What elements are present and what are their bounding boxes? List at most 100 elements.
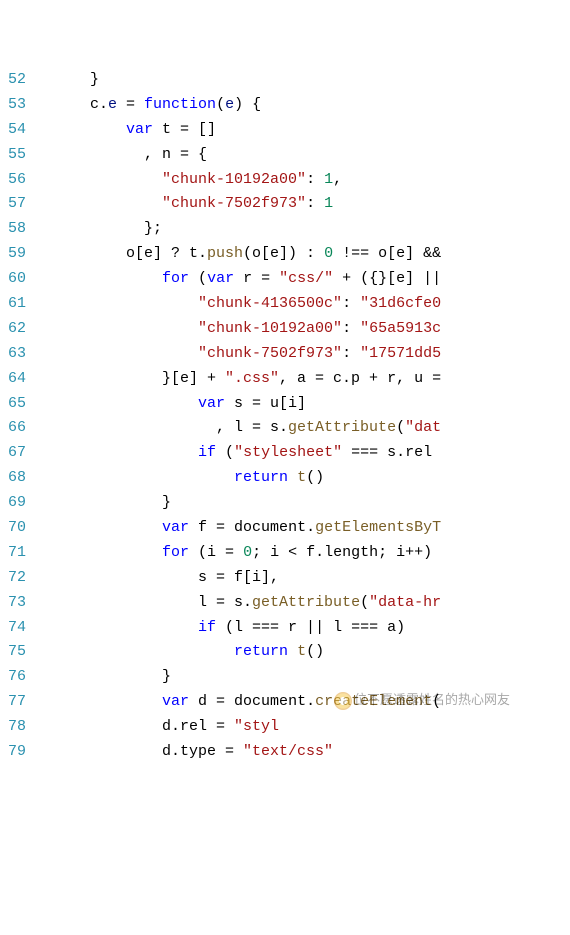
code-line[interactable]: "chunk-4136500c": "31d6cfe0 (36, 292, 570, 317)
token-pn: : (342, 345, 360, 362)
token-kw: var (207, 270, 234, 287)
token-pn: } (36, 71, 99, 88)
token-fn: t (297, 643, 306, 660)
token-pn: = (117, 96, 144, 113)
token-kw: var (198, 395, 225, 412)
token-pn: ( (189, 270, 207, 287)
code-line[interactable]: d.rel = "styl (36, 715, 570, 740)
code-line[interactable]: for (var r = "css/" + ({}[e] || (36, 267, 570, 292)
token-pn (36, 171, 162, 188)
code-line[interactable]: } (36, 68, 570, 93)
line-number: 56 (0, 168, 26, 193)
line-number: 77 (0, 690, 26, 715)
token-ident: s = f[i], (36, 569, 279, 586)
line-number: 69 (0, 491, 26, 516)
code-line[interactable]: }; (36, 217, 570, 242)
line-number: 74 (0, 616, 26, 641)
code-line[interactable]: } (36, 665, 570, 690)
code-line[interactable]: "chunk-10192a00": "65a5913c (36, 317, 570, 342)
token-pn: ( (360, 594, 369, 611)
code-line[interactable]: d.type = "text/css" (36, 740, 570, 765)
code-line[interactable]: return t() (36, 640, 570, 665)
code-line[interactable]: var f = document.getElementsByT (36, 516, 570, 541)
line-number: 64 (0, 367, 26, 392)
token-str: "65a5913c (360, 320, 441, 337)
token-pn (36, 693, 162, 710)
token-obj: e (225, 96, 234, 113)
code-line[interactable]: "chunk-7502f973": "17571dd5 (36, 342, 570, 367)
code-line[interactable]: , n = { (36, 143, 570, 168)
line-number: 68 (0, 466, 26, 491)
token-kw: if (198, 619, 216, 636)
token-str: ".css" (225, 370, 279, 387)
code-line[interactable]: var s = u[i] (36, 392, 570, 417)
code-line[interactable]: c.e = function(e) { (36, 93, 570, 118)
code-line[interactable]: }[e] + ".css", a = c.p + r, u = (36, 367, 570, 392)
token-fn: getAttribute (288, 419, 396, 436)
token-str: "styl (234, 718, 279, 735)
token-pn (36, 469, 234, 486)
code-editor: 5253545556575859606162636465666768697071… (0, 68, 570, 816)
code-line[interactable]: return t() (36, 466, 570, 491)
line-number: 62 (0, 317, 26, 342)
line-number: 71 (0, 541, 26, 566)
token-str: "css/" (279, 270, 333, 287)
line-number: 75 (0, 640, 26, 665)
code-line[interactable]: if (l === r || l === a) (36, 616, 570, 641)
token-pn: : (306, 171, 324, 188)
token-ident: + ({}[e] || (333, 270, 441, 287)
token-pn (36, 444, 198, 461)
code-line[interactable]: if ("stylesheet" === s.rel (36, 441, 570, 466)
line-number: 73 (0, 591, 26, 616)
token-ident: o[e] ? t. (36, 245, 207, 262)
line-number: 59 (0, 242, 26, 267)
code-line[interactable]: "chunk-10192a00": 1, (36, 168, 570, 193)
token-ident: === s.rel (342, 444, 441, 461)
code-line[interactable]: s = f[i], (36, 566, 570, 591)
token-ident: (o[e]) : (243, 245, 324, 262)
code-line[interactable]: var d = document.createElement( (36, 690, 570, 715)
code-line[interactable]: } (36, 491, 570, 516)
token-pn: : (306, 195, 324, 212)
token-str: "17571dd5 (360, 345, 441, 362)
token-str: "stylesheet" (234, 444, 342, 461)
code-line[interactable]: var t = [] (36, 118, 570, 143)
code-line[interactable]: l = s.getAttribute("data-hr (36, 591, 570, 616)
token-str: "data-hr (369, 594, 441, 611)
token-pn: ( (396, 419, 405, 436)
code-line[interactable]: "chunk-7502f973": 1 (36, 192, 570, 217)
line-number: 70 (0, 516, 26, 541)
token-str: "chunk-10192a00" (162, 171, 306, 188)
token-kw: var (162, 693, 189, 710)
token-pn (36, 619, 198, 636)
token-ident: c. (36, 96, 108, 113)
code-line[interactable]: for (i = 0; i < f.length; i++) (36, 541, 570, 566)
token-pn: : (342, 295, 360, 312)
line-number: 65 (0, 392, 26, 417)
line-number-gutter: 5253545556575859606162636465666768697071… (0, 68, 36, 816)
token-pn: } (36, 494, 171, 511)
token-pn: ( (432, 693, 441, 710)
code-line[interactable]: o[e] ? t.push(o[e]) : 0 !== o[e] && (36, 242, 570, 267)
line-number: 55 (0, 143, 26, 168)
token-pn: }; (36, 220, 162, 237)
token-pn: () (306, 469, 324, 486)
token-pn (36, 643, 234, 660)
token-pn (288, 643, 297, 660)
line-number: 76 (0, 665, 26, 690)
token-ident: s = u[i] (225, 395, 306, 412)
token-str: "chunk-10192a00" (198, 320, 342, 337)
token-ident: (i = (189, 544, 243, 561)
token-ident: t = [] (153, 121, 216, 138)
code-content[interactable]: } c.e = function(e) { var t = [] , n = {… (36, 68, 570, 816)
line-number: 63 (0, 342, 26, 367)
token-pn (36, 195, 162, 212)
token-pn (36, 544, 162, 561)
line-number: 67 (0, 441, 26, 466)
token-kw: return (234, 469, 288, 486)
token-pn: : (342, 320, 360, 337)
token-str: "dat (405, 419, 441, 436)
token-pn (36, 519, 162, 536)
token-kw: function (144, 96, 216, 113)
code-line[interactable]: , l = s.getAttribute("dat (36, 416, 570, 441)
